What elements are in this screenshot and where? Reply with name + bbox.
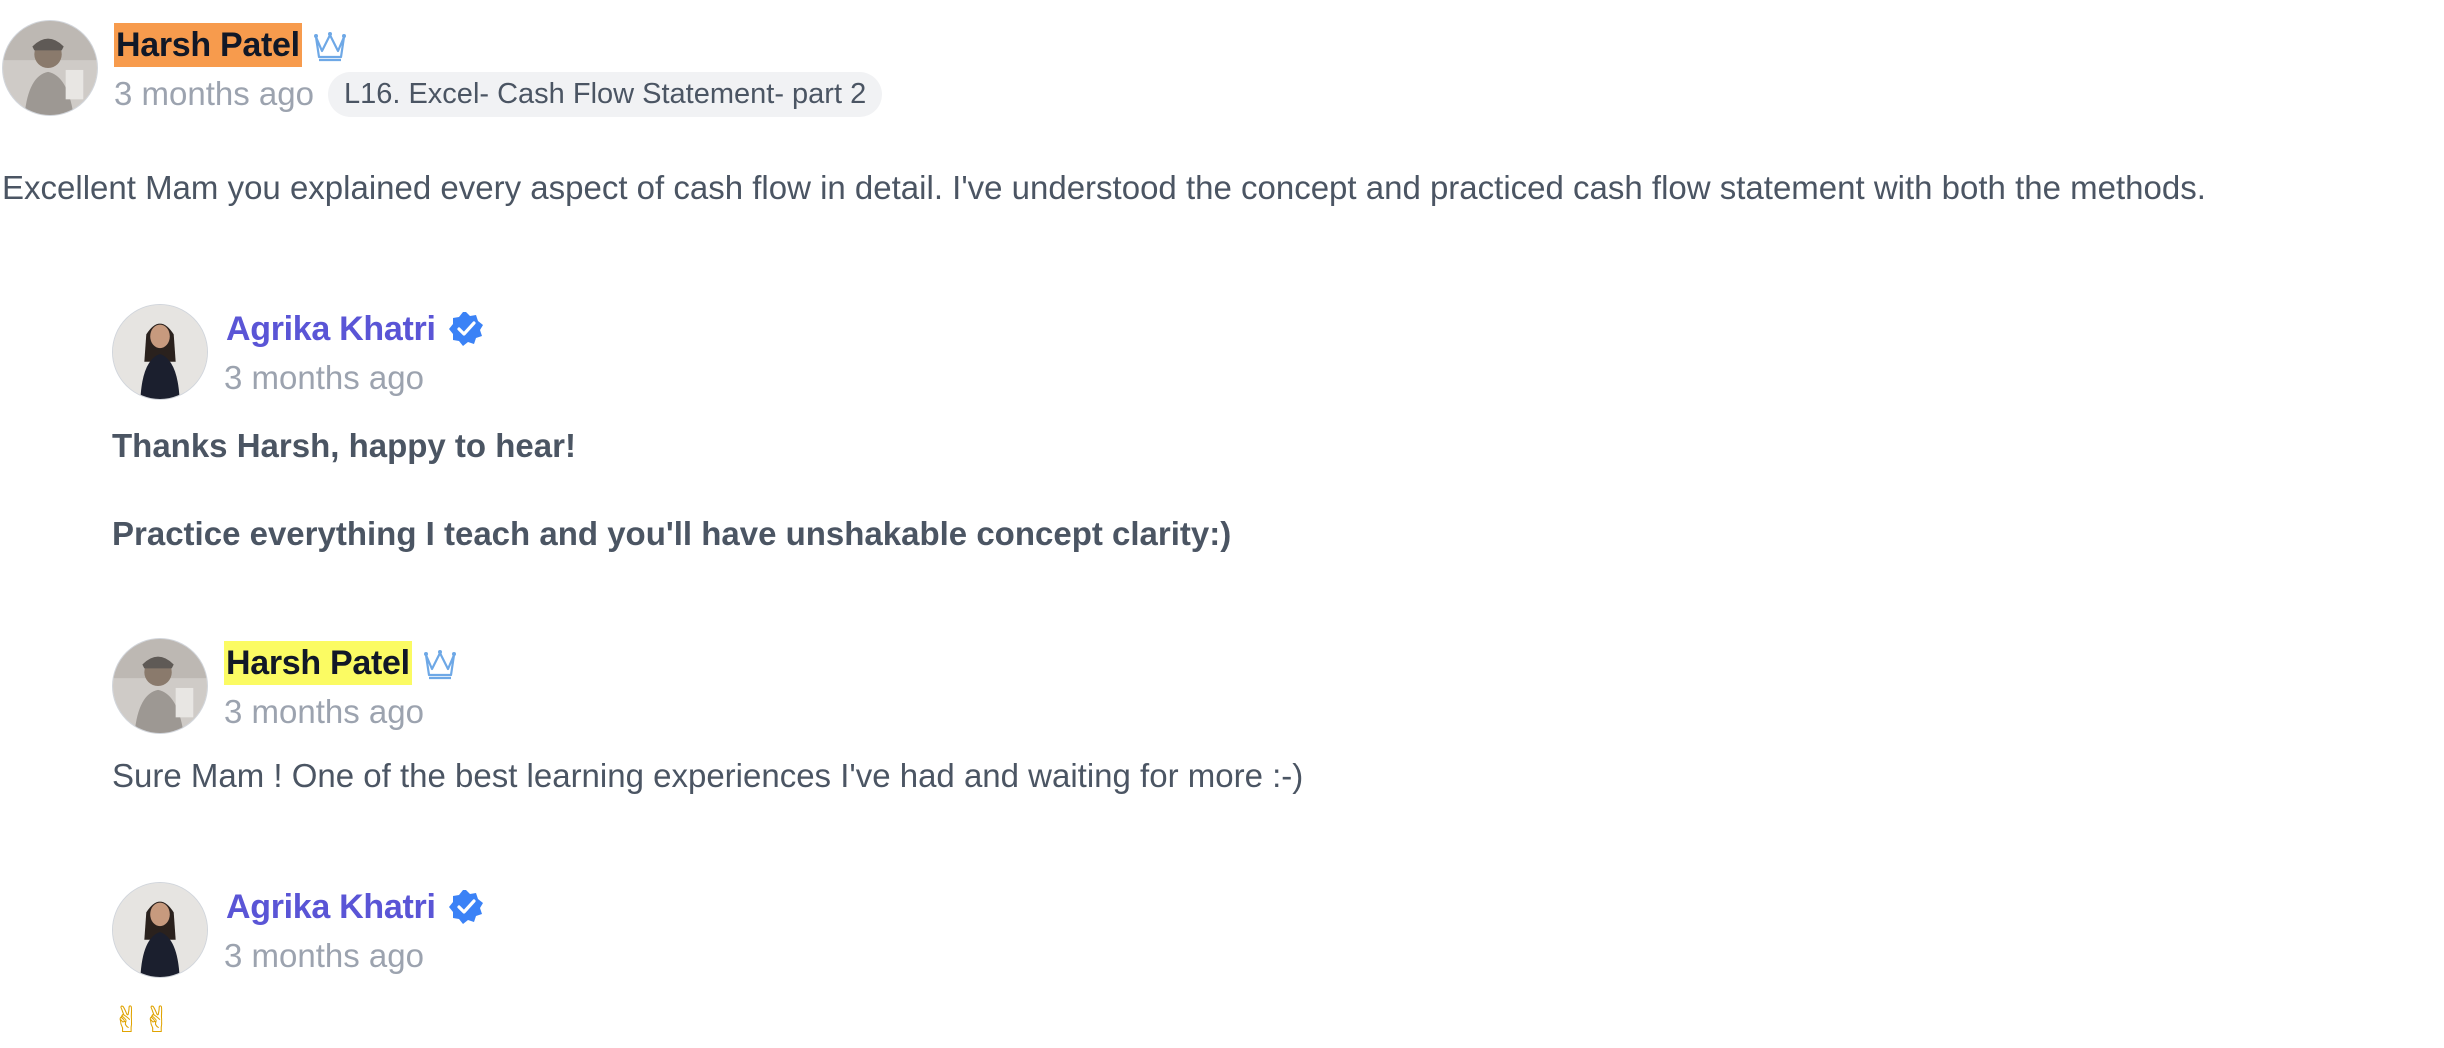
timestamp: 3 months ago: [114, 75, 314, 112]
avatar[interactable]: [112, 304, 208, 400]
lesson-tag[interactable]: L16. Excel- Cash Flow Statement- part 2: [327, 71, 883, 117]
timestamp: 3 months ago: [224, 359, 424, 396]
root-comment-text: Excellent Mam you explained every aspect…: [2, 169, 2206, 206]
author-name[interactable]: Harsh Patel: [224, 641, 412, 685]
author-name[interactable]: Agrika Khatri: [224, 307, 438, 351]
reply-text-line-1: Thanks Harsh, happy to hear!: [112, 427, 576, 464]
timestamp: 3 months ago: [224, 937, 424, 974]
user-avatar-image: [113, 883, 207, 977]
crown-icon: [313, 32, 346, 62]
verified-icon: [448, 312, 483, 346]
reply-emoji-text: ✌✌: [112, 999, 173, 1040]
author-name[interactable]: Agrika Khatri: [224, 885, 438, 929]
reply-comment: Agrika Khatri 3 months ago: [112, 882, 486, 980]
reply-text-line-2: Practice everything I teach and you'll h…: [112, 515, 1232, 552]
user-avatar-image: [113, 639, 207, 733]
comment-thread: Harsh Patel 3 months ago L16. Excel- Cas…: [0, 0, 2444, 1048]
timestamp: 3 months ago: [224, 693, 424, 730]
user-avatar-image: [113, 305, 207, 399]
reply-comment: Harsh Patel 3 months ago: [112, 638, 460, 736]
root-comment: Harsh Patel 3 months ago L16. Excel- Cas…: [2, 20, 883, 118]
avatar[interactable]: [112, 882, 208, 978]
avatar[interactable]: [112, 638, 208, 734]
author-name[interactable]: Harsh Patel: [114, 23, 302, 67]
avatar[interactable]: [2, 20, 98, 116]
reply-text: Sure Mam ! One of the best learning expe…: [112, 757, 1304, 794]
reply-comment: Agrika Khatri 3 months ago: [112, 304, 486, 402]
crown-icon: [423, 650, 456, 680]
user-avatar-image: [3, 21, 97, 115]
verified-icon: [448, 890, 483, 924]
